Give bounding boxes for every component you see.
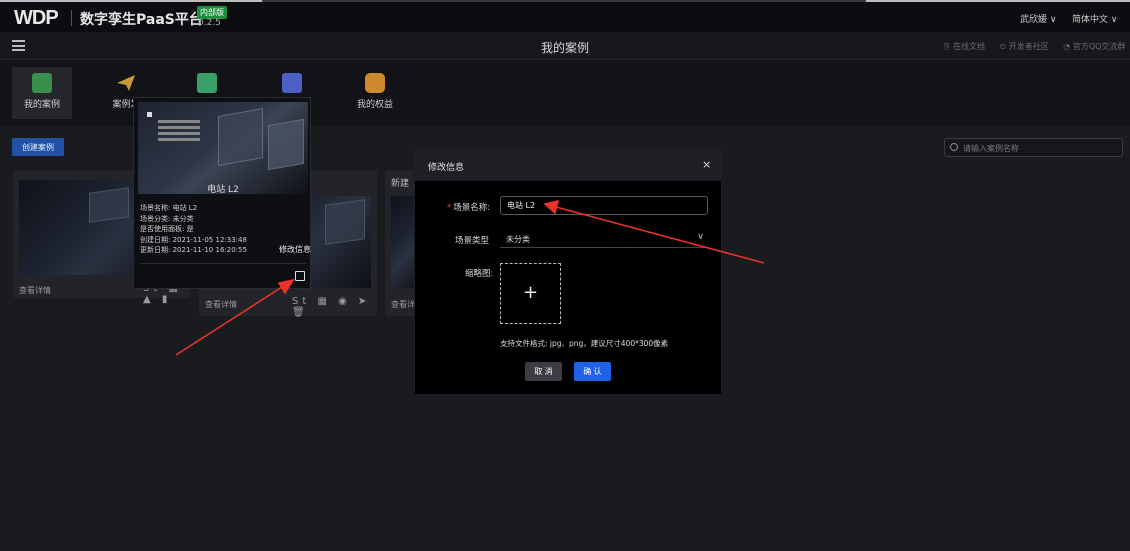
red-arrow xyxy=(175,278,295,356)
red-arrow xyxy=(543,199,765,264)
annotation-arrows xyxy=(175,199,765,356)
